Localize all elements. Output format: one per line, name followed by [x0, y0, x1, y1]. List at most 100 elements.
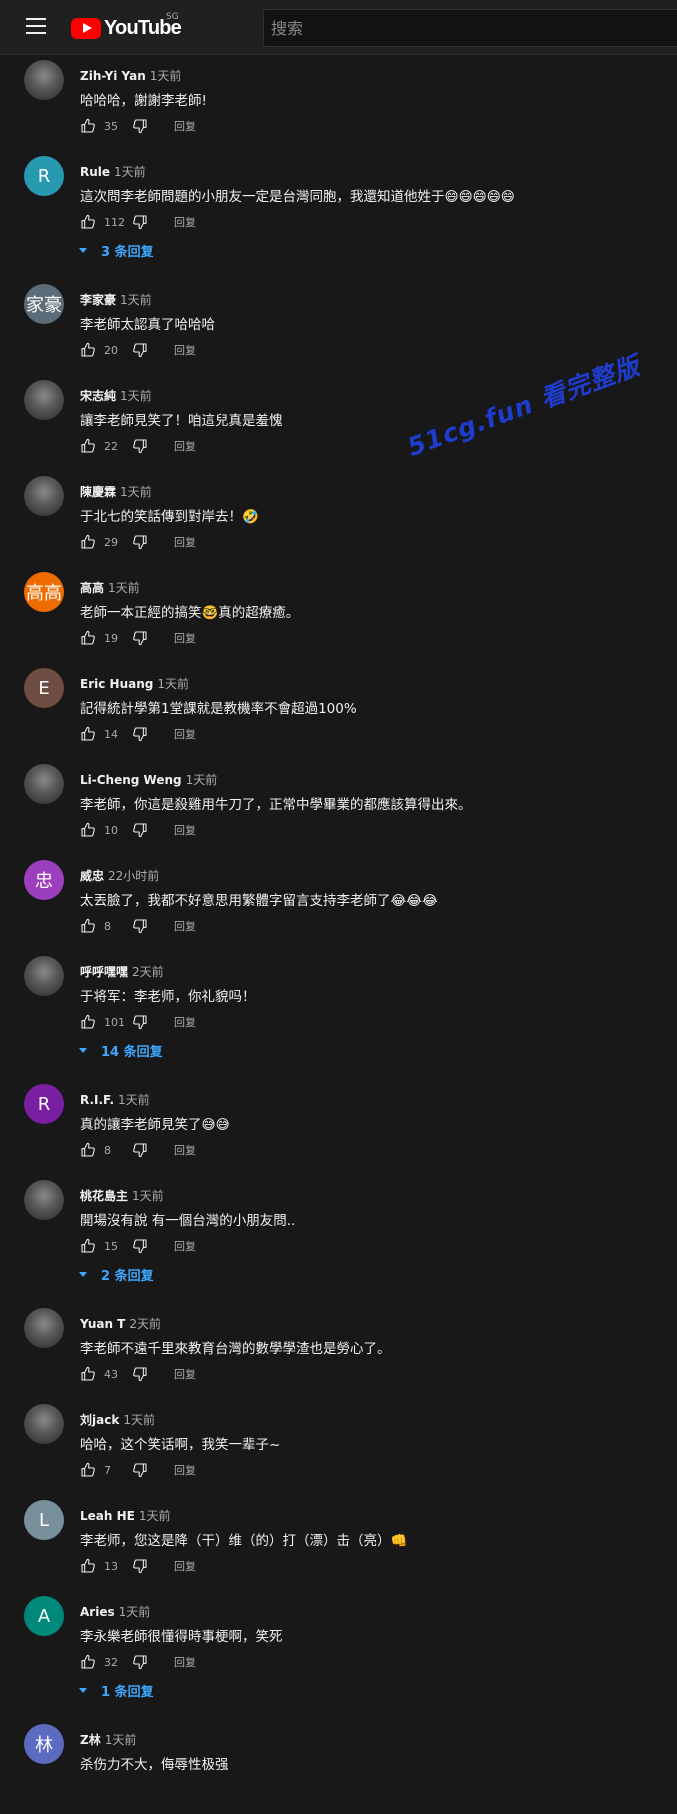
- dislike-icon[interactable]: [132, 438, 148, 454]
- comment-timestamp[interactable]: 1天前: [114, 165, 146, 179]
- reply-button[interactable]: 回复: [174, 1238, 196, 1254]
- dislike-icon[interactable]: [132, 1558, 148, 1574]
- reply-button[interactable]: 回复: [174, 1462, 196, 1478]
- comment-timestamp[interactable]: 1天前: [157, 677, 189, 691]
- reply-button[interactable]: 回复: [174, 438, 196, 454]
- comment-timestamp[interactable]: 1天前: [123, 1413, 155, 1427]
- reply-button[interactable]: 回复: [174, 1558, 196, 1574]
- view-replies-button[interactable]: 1 条回复: [78, 1681, 154, 1700]
- reply-button[interactable]: 回复: [174, 1142, 196, 1158]
- comment-author[interactable]: 陳慶霖: [80, 485, 116, 499]
- comment-timestamp[interactable]: 1天前: [120, 485, 152, 499]
- like-icon[interactable]: [80, 1558, 96, 1574]
- like-icon[interactable]: [80, 534, 96, 550]
- dislike-icon[interactable]: [132, 1654, 148, 1670]
- like-icon[interactable]: [80, 1142, 96, 1158]
- avatar[interactable]: E: [24, 668, 64, 708]
- like-icon[interactable]: [80, 1238, 96, 1254]
- like-icon[interactable]: [80, 1366, 96, 1382]
- comment-timestamp[interactable]: 1天前: [150, 69, 182, 83]
- avatar[interactable]: L: [24, 1500, 64, 1540]
- reply-button[interactable]: 回复: [174, 118, 196, 134]
- comment-author[interactable]: 高高: [80, 581, 104, 595]
- avatar[interactable]: [24, 380, 64, 420]
- comment-timestamp[interactable]: 1天前: [108, 581, 140, 595]
- comment-author[interactable]: Leah HE: [80, 1509, 135, 1523]
- comment-author[interactable]: 刘jack: [80, 1413, 119, 1427]
- avatar[interactable]: 忠: [24, 860, 64, 900]
- reply-button[interactable]: 回复: [174, 1014, 196, 1030]
- hamburger-menu-icon[interactable]: [26, 18, 46, 34]
- dislike-icon[interactable]: [132, 342, 148, 358]
- search-input[interactable]: [264, 10, 677, 46]
- reply-button[interactable]: 回复: [174, 822, 196, 838]
- avatar[interactable]: 高高: [24, 572, 64, 612]
- comment-timestamp[interactable]: 2天前: [129, 1317, 161, 1331]
- comment-timestamp[interactable]: 22小时前: [108, 869, 159, 883]
- comment-timestamp[interactable]: 1天前: [132, 1189, 164, 1203]
- like-icon[interactable]: [80, 726, 96, 742]
- like-icon[interactable]: [80, 118, 96, 134]
- dislike-icon[interactable]: [132, 1366, 148, 1382]
- avatar[interactable]: A: [24, 1596, 64, 1636]
- avatar[interactable]: 家豪: [24, 284, 64, 324]
- comment-timestamp[interactable]: 1天前: [105, 1733, 137, 1747]
- reply-button[interactable]: 回复: [174, 342, 196, 358]
- dislike-icon[interactable]: [132, 918, 148, 934]
- dislike-icon[interactable]: [132, 630, 148, 646]
- comment-author[interactable]: 呼呼嘿嘿: [80, 965, 128, 979]
- reply-button[interactable]: 回复: [174, 1366, 196, 1382]
- comment-author[interactable]: Eric Huang: [80, 677, 153, 691]
- reply-button[interactable]: 回复: [174, 214, 196, 230]
- view-replies-button[interactable]: 14 条回复: [78, 1041, 163, 1060]
- avatar[interactable]: [24, 1404, 64, 1444]
- like-icon[interactable]: [80, 1014, 96, 1030]
- reply-button[interactable]: 回复: [174, 630, 196, 646]
- comment-timestamp[interactable]: 1天前: [186, 773, 218, 787]
- comment-timestamp[interactable]: 1天前: [119, 1605, 151, 1619]
- comment-author[interactable]: 李家豪: [80, 293, 116, 307]
- dislike-icon[interactable]: [132, 1142, 148, 1158]
- comment-timestamp[interactable]: 1天前: [118, 1093, 150, 1107]
- comment-author[interactable]: 威忠: [80, 869, 104, 883]
- like-icon[interactable]: [80, 1462, 96, 1478]
- search-box[interactable]: [263, 9, 677, 47]
- dislike-icon[interactable]: [132, 1238, 148, 1254]
- comment-author[interactable]: 宋志純: [80, 389, 116, 403]
- comment-timestamp[interactable]: 1天前: [120, 293, 152, 307]
- avatar[interactable]: R: [24, 156, 64, 196]
- reply-button[interactable]: 回复: [174, 1654, 196, 1670]
- like-icon[interactable]: [80, 1654, 96, 1670]
- dislike-icon[interactable]: [132, 1462, 148, 1478]
- avatar[interactable]: [24, 1180, 64, 1220]
- comment-author[interactable]: 桃花島主: [80, 1189, 128, 1203]
- view-replies-button[interactable]: 2 条回复: [78, 1265, 154, 1284]
- comment-author[interactable]: Aries: [80, 1605, 115, 1619]
- avatar[interactable]: [24, 956, 64, 996]
- comment-author[interactable]: Rule: [80, 165, 110, 179]
- reply-button[interactable]: 回复: [174, 918, 196, 934]
- comment-author[interactable]: Zih-Yi Yan: [80, 69, 146, 83]
- comment-timestamp[interactable]: 1天前: [120, 389, 152, 403]
- reply-button[interactable]: 回复: [174, 534, 196, 550]
- avatar[interactable]: R: [24, 1084, 64, 1124]
- like-icon[interactable]: [80, 342, 96, 358]
- view-replies-button[interactable]: 3 条回复: [78, 241, 154, 260]
- comment-author[interactable]: Yuan T: [80, 1317, 125, 1331]
- reply-button[interactable]: 回复: [174, 726, 196, 742]
- like-icon[interactable]: [80, 214, 96, 230]
- dislike-icon[interactable]: [132, 118, 148, 134]
- avatar[interactable]: [24, 764, 64, 804]
- comment-timestamp[interactable]: 1天前: [139, 1509, 171, 1523]
- like-icon[interactable]: [80, 822, 96, 838]
- avatar[interactable]: 林: [24, 1724, 64, 1764]
- comment-author[interactable]: R.I.F.: [80, 1093, 114, 1107]
- comment-author[interactable]: Li-Cheng Weng: [80, 773, 182, 787]
- dislike-icon[interactable]: [132, 726, 148, 742]
- like-icon[interactable]: [80, 630, 96, 646]
- comment-timestamp[interactable]: 2天前: [132, 965, 164, 979]
- dislike-icon[interactable]: [132, 1014, 148, 1030]
- avatar[interactable]: [24, 60, 64, 100]
- dislike-icon[interactable]: [132, 214, 148, 230]
- comment-author[interactable]: Z林: [80, 1733, 101, 1747]
